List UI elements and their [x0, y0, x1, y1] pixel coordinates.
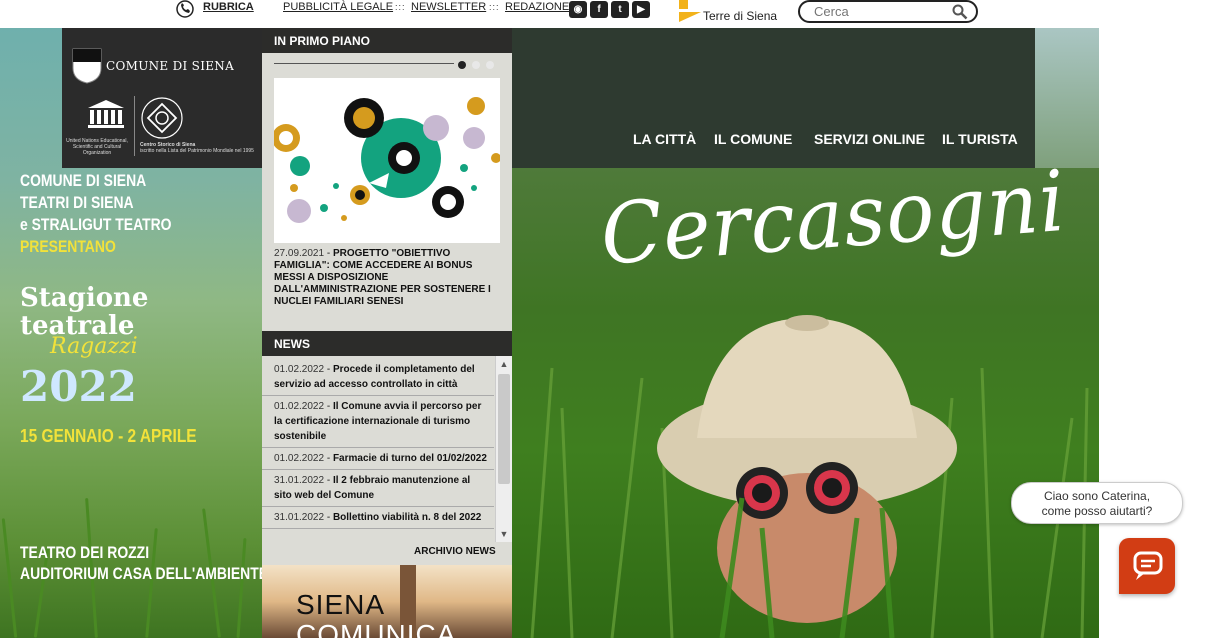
poster-line: e STRALIGUT TEATRO — [20, 215, 172, 234]
slider-dot[interactable] — [486, 61, 494, 69]
slider-dot[interactable] — [472, 61, 480, 69]
chat-greeting-line: come posso aiutarti? — [1041, 504, 1153, 518]
search-box — [798, 0, 978, 23]
terre-di-siena-logo-icon[interactable] — [679, 0, 701, 22]
news-date: 01.02.2022 — [274, 453, 325, 464]
poster-ragazzi: Ragazzi — [50, 334, 138, 359]
primo-piano-image[interactable] — [274, 78, 500, 243]
news-item[interactable]: 01.02.2022 - Procede il completamento de… — [262, 359, 494, 396]
news-date: 31.01.2022 — [274, 512, 325, 523]
news-item[interactable]: 31.01.2022 - Bollettino viabilità n. 8 d… — [262, 507, 494, 529]
chat-icon — [1133, 551, 1163, 580]
news-title[interactable]: Farmacie di turno del 01/02/2022 — [333, 453, 487, 464]
scroll-up-icon[interactable]: ▲ — [496, 356, 512, 372]
obiettivo-famiglia-illustration — [274, 97, 500, 223]
primo-piano-heading: IN PRIMO PIANO — [262, 28, 512, 53]
nav-il-comune[interactable]: IL COMUNE — [714, 131, 792, 147]
separator: ::: — [395, 2, 406, 12]
pubblicita-legale-link[interactable]: PUBBLICITÀ LEGALE — [283, 1, 393, 13]
news-heading: NEWS — [262, 331, 512, 356]
site-logo-area[interactable]: COMUNE DI SIENA United Nations Education… — [62, 28, 262, 168]
poster-presenters: COMUNE DI SIENA TEATRI DI SIENA e STRALI… — [20, 170, 172, 258]
siena-shield-icon — [72, 48, 102, 84]
unesco-logo-icon — [88, 100, 124, 128]
site-logo-text: COMUNE DI SIENA — [106, 59, 235, 73]
news-date: 01.02.2022 — [274, 364, 325, 375]
facebook-icon[interactable]: f — [590, 1, 608, 18]
poster-line: TEATRI DI SIENA — [20, 193, 134, 212]
news-title[interactable]: Bollettino viabilità n. 8 del 2022 — [333, 512, 481, 523]
nav-servizi-online[interactable]: SERVIZI ONLINE — [814, 131, 925, 147]
grass-decoration — [1, 518, 18, 638]
utility-bar: RUBRICA PUBBLICITÀ LEGALE ::: NEWSLETTER… — [0, 0, 1215, 28]
centro-storico-caption: Centro Storico di Siena iscritto nella L… — [140, 142, 262, 154]
news-item[interactable]: 01.02.2022 - Farmacie di turno del 01/02… — [262, 448, 494, 470]
divider — [134, 96, 135, 156]
news-date: 01.02.2022 — [274, 401, 325, 412]
search-icon[interactable] — [952, 4, 968, 20]
redazione-link[interactable]: REDAZIONE — [505, 1, 569, 13]
separator: ::: — [489, 2, 500, 12]
poster-line: COMUNE DI SIENA — [20, 171, 147, 190]
siena-comunica-line1: SIENA — [296, 589, 386, 620]
poster-stagione: Stagione — [20, 283, 149, 313]
twitter-icon[interactable]: t — [611, 1, 629, 18]
nav-la-citta[interactable]: LA CITTÀ — [633, 131, 696, 147]
poster-venue: AUDITORIUM CASA DELL'AMBIENTE — [20, 564, 269, 583]
poster-line: PRESENTANO — [20, 237, 116, 256]
poster-dates: 15 GENNAIO - 2 APRILE — [20, 426, 197, 446]
chat-greeting-bubble[interactable]: Ciao sono Caterina, come posso aiutarti? — [1011, 482, 1183, 524]
nav-il-turista[interactable]: IL TURISTA — [942, 131, 1018, 147]
news-date: 31.01.2022 — [274, 475, 325, 486]
slider-track — [274, 63, 454, 64]
siena-comunica-banner[interactable]: SIENA COMUNICA — [262, 565, 512, 638]
news-list: 01.02.2022 - Procede il completamento de… — [262, 359, 512, 543]
primo-piano-caption[interactable]: 27.09.2021 - PROGETTO "OBIETTIVO FAMIGLI… — [274, 248, 502, 308]
poster-venue: TEATRO DEI ROZZI — [20, 543, 150, 562]
rss-icon[interactable]: ◉ — [569, 1, 587, 18]
poster-year: 2022 — [20, 362, 137, 411]
primo-piano-date: 27.09.2021 — [274, 248, 325, 259]
news-archive-link[interactable]: ARCHIVIO NEWS — [414, 546, 496, 557]
news-item[interactable]: 31.01.2022 - Il 2 febbraio manutenzione … — [262, 470, 494, 507]
scroll-thumb[interactable] — [498, 374, 510, 484]
phone-icon — [176, 0, 194, 18]
main-navigation: LA CITTÀ IL COMUNE SERVIZI ONLINE IL TUR… — [512, 28, 1035, 168]
chat-open-button[interactable] — [1119, 538, 1175, 594]
siena-comunica-line2: COMUNICA — [296, 619, 457, 638]
rubrica-link[interactable]: RUBRICA — [203, 1, 254, 13]
poster-season-title: Stagione teatrale — [20, 284, 148, 340]
news-scrollbar[interactable]: ▲ ▼ — [495, 356, 512, 542]
centro-caption: iscritto nella Lista del Patrimonio Mond… — [140, 148, 254, 154]
terre-di-siena-link[interactable]: Terre di Siena — [703, 9, 777, 23]
youtube-icon[interactable]: ▶ — [632, 1, 650, 18]
world-heritage-emblem-icon — [141, 97, 183, 139]
newsletter-link[interactable]: NEWSLETTER — [411, 1, 486, 13]
news-item[interactable]: 01.02.2022 - Il Comune avvia il percorso… — [262, 396, 494, 448]
search-input[interactable] — [814, 3, 944, 20]
slider-dot-active[interactable] — [458, 61, 466, 69]
scroll-down-icon[interactable]: ▼ — [496, 526, 512, 542]
unesco-caption: United Nations Educational, Scientific a… — [66, 138, 128, 156]
poster-venues: TEATRO DEI ROZZI AUDITORIUM CASA DELL'AM… — [20, 542, 268, 584]
chat-greeting-line: Ciao sono Caterina, — [1043, 489, 1151, 503]
